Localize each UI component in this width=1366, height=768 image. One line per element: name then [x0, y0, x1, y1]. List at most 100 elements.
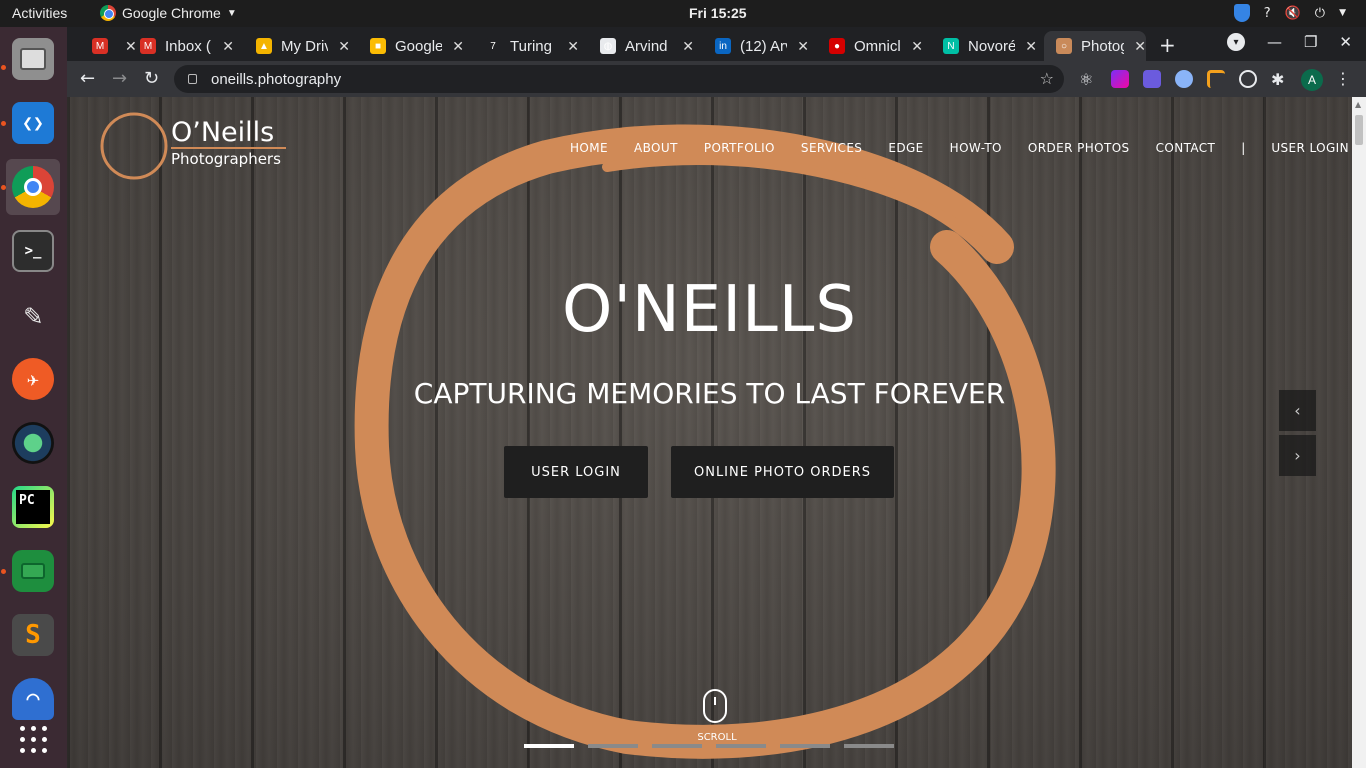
- tab-title: (12) Arv: [740, 37, 788, 55]
- browser-tab[interactable]: ◍ Arvind ✕: [588, 31, 694, 61]
- slide-indicator[interactable]: [844, 744, 894, 748]
- close-tab-icon[interactable]: ✕: [682, 38, 694, 55]
- slide-indicator[interactable]: [524, 744, 574, 748]
- help-icon[interactable]: ?: [1264, 6, 1271, 21]
- system-tray[interactable]: ? 🔇 ⏻ ▼: [1233, 4, 1346, 22]
- page-scrollbar[interactable]: ▲: [1352, 97, 1366, 768]
- browser-tab[interactable]: 7 Turing ✕: [473, 31, 579, 61]
- forward-button[interactable]: →: [112, 68, 127, 89]
- lock-icon[interactable]: [188, 74, 197, 84]
- nav-contact[interactable]: CONTACT: [1156, 141, 1216, 155]
- tab-title: Inbox (: [165, 37, 211, 55]
- extension-bracket-icon[interactable]: [1207, 70, 1225, 88]
- power-icon[interactable]: ⏻: [1315, 6, 1325, 21]
- new-tab-button[interactable]: +: [1159, 33, 1176, 57]
- close-tab-icon[interactable]: ✕: [338, 38, 350, 55]
- scroll-up-icon[interactable]: ▲: [1355, 100, 1361, 109]
- dock-item-google-chat[interactable]: [1, 543, 60, 599]
- tab-favicon-icon: N: [943, 38, 959, 54]
- tab-favicon-icon: ●: [829, 38, 845, 54]
- close-tab-icon[interactable]: ✕: [452, 38, 464, 55]
- scroll-mouse-icon[interactable]: [703, 689, 727, 723]
- tab-favicon-icon: ▲: [256, 38, 272, 54]
- dock-item-vscode[interactable]: ❮❯: [1, 95, 60, 151]
- browser-tab[interactable]: in (12) Arv ✕: [703, 31, 809, 61]
- scrollbar-thumb[interactable]: [1355, 115, 1363, 145]
- nav-services[interactable]: SERVICES: [801, 141, 862, 155]
- close-tab-icon[interactable]: ✕: [567, 38, 579, 55]
- reload-button[interactable]: ↻: [144, 68, 159, 89]
- app-menu-label: Google Chrome: [122, 5, 221, 21]
- nav-user-login[interactable]: USER LOGIN: [1271, 141, 1349, 155]
- nav-order-photos[interactable]: ORDER PHOTOS: [1028, 141, 1130, 155]
- url-text[interactable]: oneills.photography: [211, 71, 341, 88]
- browser-tab[interactable]: N Novoré ✕: [931, 31, 1037, 61]
- slide-indicator[interactable]: [588, 744, 638, 748]
- nav-portfolio[interactable]: PORTFOLIO: [704, 141, 775, 155]
- running-indicator: [1, 185, 6, 190]
- close-tab-icon[interactable]: ✕: [797, 38, 809, 55]
- nav-how-to[interactable]: HOW-TO: [950, 141, 1002, 155]
- maximize-button[interactable]: ❐: [1304, 33, 1317, 51]
- chevron-down-icon[interactable]: ▼: [1339, 8, 1346, 18]
- volume-muted-icon[interactable]: 🔇: [1285, 6, 1301, 21]
- slider-prev-button[interactable]: ‹: [1279, 390, 1316, 431]
- browser-tab[interactable]: ▲ My Driv ✕: [244, 31, 350, 61]
- grid-icon: [19, 725, 47, 753]
- shield-icon[interactable]: [1233, 4, 1250, 22]
- puzzle-icon[interactable]: ✱: [1271, 70, 1289, 89]
- online-photo-orders-button[interactable]: ONLINE PHOTO ORDERS: [671, 446, 894, 498]
- dock-item-postman[interactable]: ✈: [6, 351, 60, 407]
- tab-favicon-icon: M: [140, 38, 156, 54]
- dock-item-files[interactable]: [1, 31, 60, 87]
- tab-search-icon[interactable]: ▾: [1226, 33, 1245, 51]
- browser-tab[interactable]: M ✕: [80, 31, 137, 61]
- browser-tab[interactable]: ■ Google ✕: [358, 31, 464, 61]
- back-button[interactable]: ←: [80, 68, 95, 89]
- slide-indicator[interactable]: [780, 744, 830, 748]
- browser-tab[interactable]: M Inbox ( ✕: [128, 31, 234, 61]
- dock-item-paint[interactable]: ✎: [6, 287, 60, 343]
- minimize-button[interactable]: —: [1267, 33, 1282, 51]
- system-top-bar: Activities Google Chrome ▼ Fri 15:25 ? 🔇…: [0, 0, 1366, 27]
- dock-item-pycharm[interactable]: PC: [6, 479, 60, 535]
- close-tab-icon[interactable]: ✕: [222, 38, 234, 55]
- close-tab-icon[interactable]: ✕: [1134, 38, 1146, 55]
- dock-item-camera[interactable]: [6, 415, 60, 471]
- more-menu-icon[interactable]: ⋮: [1335, 69, 1351, 88]
- address-bar[interactable]: oneills.photography ☆: [174, 65, 1064, 93]
- activities-button[interactable]: Activities: [12, 5, 67, 21]
- postman-icon: ✈: [12, 358, 54, 400]
- tab-favicon-icon: in: [715, 38, 731, 54]
- close-window-button[interactable]: ✕: [1339, 33, 1352, 51]
- react-devtools-icon[interactable]: ⚛: [1079, 70, 1097, 89]
- user-login-button[interactable]: USER LOGIN: [504, 446, 648, 498]
- dock-item-sublime[interactable]: S: [6, 607, 60, 663]
- nav-separator: |: [1241, 141, 1246, 155]
- nav-home[interactable]: HOME: [570, 141, 608, 155]
- browser-tab[interactable]: ● Omnicl ✕: [817, 31, 923, 61]
- browser-tab[interactable]: ○ Photog ✕: [1044, 31, 1146, 61]
- sublime-icon: S: [12, 614, 54, 656]
- extension-video-icon[interactable]: [1143, 70, 1161, 88]
- clock[interactable]: Fri 15:25: [689, 5, 747, 21]
- hero-title: O'NEILLS: [561, 273, 858, 347]
- profile-avatar[interactable]: A: [1301, 69, 1323, 91]
- show-applications-button[interactable]: [6, 711, 60, 767]
- app-menu[interactable]: Google Chrome ▼: [100, 5, 237, 21]
- slide-indicator[interactable]: [652, 744, 702, 748]
- extension-feather-icon[interactable]: [1111, 70, 1129, 88]
- close-tab-icon[interactable]: ✕: [1025, 38, 1037, 55]
- camera-icon: [12, 422, 54, 464]
- tab-title: Photog: [1081, 37, 1125, 55]
- slide-indicator[interactable]: [716, 744, 766, 748]
- extension-circle-icon[interactable]: [1175, 70, 1193, 88]
- nav-edge[interactable]: EDGE: [888, 141, 923, 155]
- extension-target-icon[interactable]: [1239, 70, 1257, 88]
- nav-about[interactable]: ABOUT: [634, 141, 678, 155]
- slider-next-button[interactable]: ›: [1279, 435, 1316, 476]
- dock-item-chrome[interactable]: [1, 159, 60, 215]
- bookmark-star-icon[interactable]: ☆: [1040, 69, 1054, 88]
- close-tab-icon[interactable]: ✕: [911, 38, 923, 55]
- dock-item-terminal[interactable]: >_: [6, 223, 60, 279]
